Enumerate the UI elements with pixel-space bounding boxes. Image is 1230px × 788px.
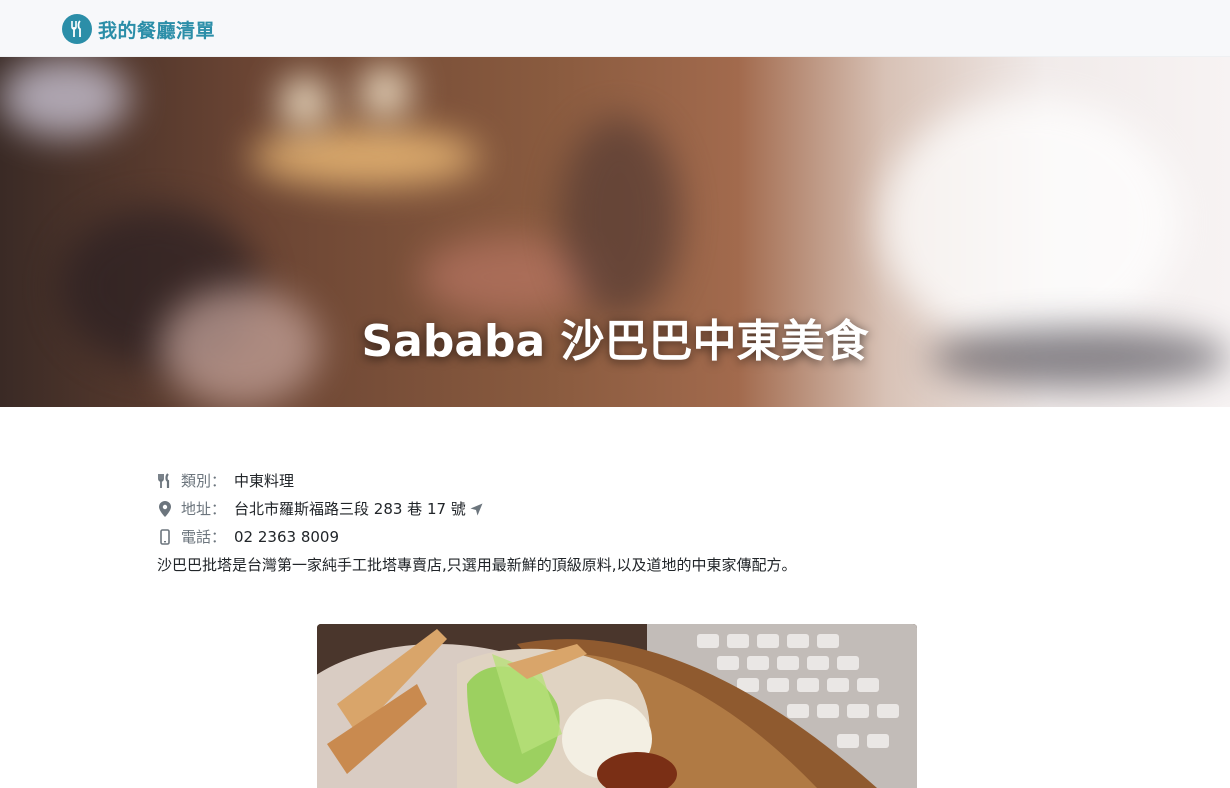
brand-text: 我的餐廳清單 [98, 19, 216, 42]
phone-row: 電話： 02 2363 8009 [157, 523, 1077, 551]
phone-label: 電話： [181, 528, 227, 546]
banner-light [360, 67, 410, 117]
address-value: 台北市羅斯福路三段 283 巷 17 號 [234, 500, 466, 518]
mobile-icon [157, 529, 173, 545]
banner-light [250, 127, 480, 187]
restaurant-banner: Sababa 沙巴巴中東美食 [0, 57, 1230, 407]
restaurant-info: 類別： 中東料理 地址： 台北市羅斯福路三段 283 巷 17 號 電話： 02… [157, 467, 1077, 579]
category-value: 中東料理 [234, 472, 295, 490]
utensils-icon [157, 473, 173, 489]
phone-value[interactable]: 02 2363 8009 [234, 523, 339, 551]
navbar: 我的餐廳清單 [0, 0, 1230, 57]
restaurant-photo [317, 624, 917, 788]
banner-light [0, 57, 130, 137]
category-row: 類別： 中東料理 [157, 467, 1077, 495]
restaurant-name: Sababa 沙巴巴中東美食 [361, 316, 869, 367]
restaurant-description: 沙巴巴批塔是台灣第一家純手工批塔專賣店,只選用最新鮮的頂級原料,以及道地的中東家… [157, 556, 797, 574]
utensils-icon [62, 14, 92, 44]
banner-light [280, 77, 330, 127]
address-label: 地址： [181, 500, 227, 518]
map-marker-icon [157, 501, 173, 517]
category-label: 類別： [181, 472, 227, 490]
location-arrow-icon[interactable] [470, 503, 483, 516]
address-row: 地址： 台北市羅斯福路三段 283 巷 17 號 [157, 495, 1077, 523]
banner-shadow [560, 117, 680, 317]
brand-link[interactable]: 我的餐廳清單 [62, 14, 215, 44]
